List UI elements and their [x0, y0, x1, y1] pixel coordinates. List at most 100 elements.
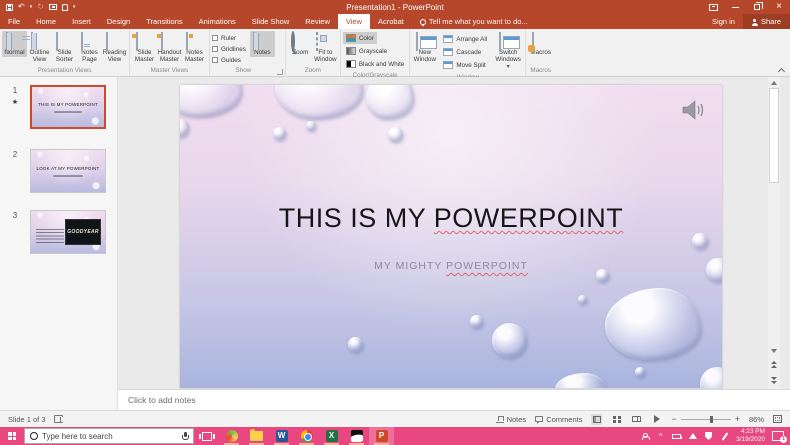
- microphone-icon[interactable]: [182, 431, 189, 441]
- close-button[interactable]: ×: [768, 0, 790, 14]
- new-window-button[interactable]: New Window: [412, 31, 437, 64]
- task-view-button[interactable]: [194, 427, 219, 445]
- taskbar-search-box[interactable]: [24, 428, 194, 444]
- tab-view[interactable]: View: [337, 14, 370, 29]
- color-button[interactable]: Color: [342, 32, 377, 44]
- slide-show-status-button[interactable]: [651, 414, 662, 425]
- restore-button[interactable]: [746, 0, 768, 14]
- accessibility-icon[interactable]: [53, 415, 64, 423]
- comments-status-button[interactable]: Comments: [535, 415, 582, 424]
- handout-master-button[interactable]: Handout Master: [157, 31, 182, 64]
- ruler-checkbox-row[interactable]: Ruler: [212, 33, 246, 43]
- switch-windows-button[interactable]: Switch Windows ▾: [493, 31, 523, 72]
- show-hidden-icons-chevron[interactable]: ^: [656, 432, 665, 441]
- slide-sorter-button[interactable]: Slide Sorter: [52, 31, 77, 64]
- slide-canvas[interactable]: THIS IS MY POWERPOINT MY MIGHTY POWERPOI…: [180, 85, 722, 388]
- zoom-percentage[interactable]: 86%: [749, 415, 764, 424]
- people-tray-icon[interactable]: [640, 432, 650, 441]
- arrange-all-button[interactable]: Arrange All: [440, 33, 490, 45]
- customize-qat-icon[interactable]: ▾: [73, 2, 76, 12]
- guides-checkbox-row[interactable]: Guides: [212, 55, 246, 65]
- sign-in-link[interactable]: Sign in: [704, 14, 743, 29]
- save-icon[interactable]: [6, 3, 13, 11]
- show-dialog-launcher-icon[interactable]: [276, 69, 283, 75]
- share-button[interactable]: Share: [742, 14, 790, 29]
- notes-page-button[interactable]: Notes Page: [77, 31, 102, 64]
- tab-home[interactable]: Home: [28, 14, 64, 29]
- undo-caret-icon[interactable]: ▾: [30, 2, 33, 12]
- tell-me-box[interactable]: Tell me what you want to do...: [412, 14, 536, 29]
- scroll-down-button[interactable]: [768, 345, 780, 356]
- status-bar: Slide 1 of 3 Notes Comments − + 86%: [0, 410, 790, 427]
- ruler-checkbox[interactable]: [212, 35, 218, 41]
- zoom-slider-track[interactable]: [680, 415, 731, 423]
- zoom-button[interactable]: Zoom: [288, 31, 313, 57]
- network-icon[interactable]: [688, 432, 697, 441]
- taskbar-clock[interactable]: 4:23 PM 3/19/2020: [736, 428, 765, 444]
- security-shield-icon[interactable]: [704, 432, 713, 441]
- zoom-in-button[interactable]: +: [735, 415, 740, 424]
- taskbar-file-explorer[interactable]: [244, 427, 269, 445]
- tab-slide-show[interactable]: Slide Show: [244, 14, 298, 29]
- slide-thumbnail-3[interactable]: GOODYEAR: [30, 210, 106, 254]
- gridlines-checkbox-row[interactable]: Gridlines: [212, 44, 246, 54]
- taskbar-word[interactable]: W: [269, 427, 294, 445]
- reading-view-status-button[interactable]: [631, 414, 642, 425]
- pen-icon[interactable]: [720, 431, 729, 441]
- guides-checkbox[interactable]: [212, 57, 218, 63]
- slide-title[interactable]: THIS IS MY POWERPOINT: [180, 203, 722, 234]
- taskbar-excel[interactable]: X: [319, 427, 344, 445]
- tab-animations[interactable]: Animations: [191, 14, 244, 29]
- macros-button[interactable]: Macros: [528, 31, 553, 57]
- gridlines-checkbox[interactable]: [212, 46, 218, 52]
- zoom-out-button[interactable]: −: [671, 415, 676, 424]
- ribbon-display-options-button[interactable]: [702, 0, 724, 14]
- taskbar-browser[interactable]: [294, 427, 319, 445]
- scroll-up-button[interactable]: [768, 77, 780, 88]
- taskbar-app-dark[interactable]: [344, 427, 369, 445]
- grayscale-button[interactable]: Grayscale: [343, 45, 390, 57]
- minimize-button[interactable]: [724, 0, 746, 14]
- slide-thumbnail-2[interactable]: LOOK AT MY POWERPOINT: [30, 149, 106, 193]
- notes-toggle-button[interactable]: Notes: [249, 31, 275, 57]
- move-split-button[interactable]: Move Split: [440, 59, 490, 71]
- black-and-white-button[interactable]: Black and White: [343, 58, 408, 70]
- zoom-slider-handle[interactable]: [709, 415, 713, 423]
- scrollbar-thumb[interactable]: [769, 88, 779, 183]
- reading-view-button[interactable]: Reading View: [102, 31, 127, 64]
- action-center-icon[interactable]: 1: [772, 431, 787, 443]
- slide-master-button[interactable]: Slide Master: [132, 31, 157, 64]
- tab-design[interactable]: Design: [99, 14, 138, 29]
- touch-mode-icon[interactable]: [61, 3, 68, 11]
- start-button[interactable]: [0, 427, 24, 445]
- tab-acrobat[interactable]: Acrobat: [370, 14, 412, 29]
- tab-review[interactable]: Review: [297, 14, 338, 29]
- notes-pane[interactable]: Click to add notes: [118, 389, 790, 410]
- redo-icon[interactable]: ↻: [37, 2, 44, 12]
- fit-to-window-button[interactable]: Fit to Window: [313, 31, 338, 64]
- slide-sorter-status-button[interactable]: [611, 414, 622, 425]
- tab-transitions[interactable]: Transitions: [138, 14, 190, 29]
- slide-subtitle[interactable]: MY MIGHTY POWERPOINT: [180, 260, 722, 272]
- notes-master-button[interactable]: Notes Master: [182, 31, 207, 64]
- tab-insert[interactable]: Insert: [64, 14, 99, 29]
- slide-thumbnail-1[interactable]: THIS IS MY POWERPOINT: [30, 85, 106, 129]
- undo-icon[interactable]: ↶: [18, 2, 25, 12]
- fit-slide-to-window-icon[interactable]: [773, 415, 782, 423]
- battery-icon[interactable]: [672, 432, 683, 441]
- notes-status-button[interactable]: Notes: [495, 415, 526, 424]
- vertical-scrollbar[interactable]: [768, 77, 780, 389]
- start-from-beginning-icon[interactable]: [48, 4, 57, 10]
- outline-view-button[interactable]: Outline View: [27, 31, 52, 64]
- next-slide-button[interactable]: [768, 375, 780, 386]
- taskbar-powerpoint[interactable]: P: [369, 427, 394, 445]
- search-input[interactable]: [42, 431, 178, 441]
- normal-view-button[interactable]: Normal: [2, 31, 27, 57]
- collapse-ribbon-icon[interactable]: [778, 68, 785, 73]
- normal-view-status-button[interactable]: [591, 413, 603, 425]
- tab-file[interactable]: File: [0, 14, 28, 29]
- taskbar-app-colorful[interactable]: [219, 427, 244, 445]
- cascade-button[interactable]: Cascade: [440, 46, 490, 58]
- previous-slide-button[interactable]: [768, 359, 780, 370]
- audio-speaker-icon[interactable]: [680, 97, 708, 123]
